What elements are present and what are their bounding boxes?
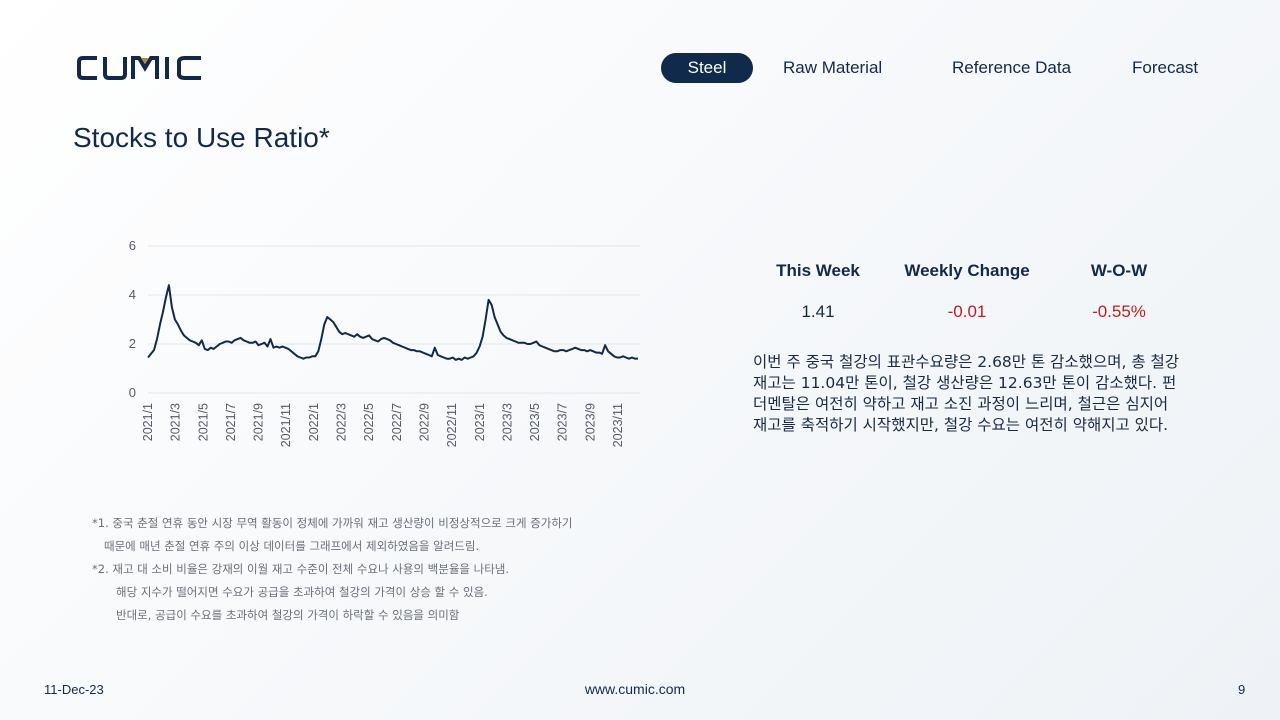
x-tick-label: 2023/11 bbox=[611, 403, 625, 447]
stat-value: 1.41 bbox=[801, 302, 835, 321]
stat-wow: W-O-W -0.55% bbox=[1049, 258, 1189, 324]
x-tick-label: 2022/3 bbox=[335, 403, 349, 441]
stat-header: W-O-W bbox=[1090, 261, 1148, 280]
x-tick-label: 2022/9 bbox=[417, 403, 431, 441]
stat-this-week: This Week 1.41 bbox=[748, 258, 888, 324]
footnote-line: *1. 중국 춘절 연휴 동안 시장 무역 활동이 정체에 가까워 재고 생산량… bbox=[92, 516, 573, 530]
y-tick-label: 2 bbox=[129, 336, 136, 351]
footer-website-link[interactable]: www.cumic.com bbox=[0, 681, 1270, 697]
nav-tab-reference-data[interactable]: Reference Data bbox=[952, 53, 1071, 83]
y-tick-label: 0 bbox=[129, 385, 136, 400]
stat-header: This Week bbox=[776, 261, 860, 280]
stat-value: -0.55% bbox=[1092, 302, 1146, 321]
footnote-line: 때문에 매년 춘절 연휴 주의 이상 데이터를 그래프에서 제외하였음을 알려드… bbox=[104, 539, 480, 553]
x-tick-label: 2023/9 bbox=[583, 403, 597, 441]
x-tick-label: 2023/3 bbox=[500, 403, 514, 441]
market-commentary: 이번 주 중국 철강의 표관수요량은 2.68만 톤 감소했으며, 총 철강 재… bbox=[753, 353, 1180, 434]
footnote-line: 반대로, 공급이 수요를 초과하여 철강의 가격이 하락할 수 있음을 의미함 bbox=[116, 608, 460, 622]
x-tick-label: 2022/7 bbox=[390, 403, 404, 441]
x-tick-label: 2022/1 bbox=[307, 403, 321, 441]
footnote-line: 해당 지수가 떨어지면 수요가 공급을 초과하여 철강의 가격이 상승 할 수 … bbox=[116, 585, 488, 599]
nav-tab-steel[interactable]: Steel bbox=[661, 53, 753, 83]
top-nav: Steel Raw Material Reference Data Foreca… bbox=[661, 53, 1221, 83]
x-tick-label: 2022/11 bbox=[445, 403, 459, 447]
footnotes: *1. 중국 춘절 연휴 동안 시장 무역 활동이 정체에 가까워 재고 생산량… bbox=[92, 512, 692, 627]
x-tick-label: 2023/1 bbox=[473, 403, 487, 441]
stat-value: -0.01 bbox=[947, 302, 987, 321]
nav-tab-forecast[interactable]: Forecast bbox=[1132, 53, 1198, 83]
x-tick-label: 2021/9 bbox=[252, 403, 266, 441]
x-tick-label: 2021/3 bbox=[169, 403, 183, 441]
y-tick-label: 6 bbox=[129, 238, 136, 253]
footnote-line: *2. 재고 대 소비 비율은 강재의 이월 재고 수준이 전체 수요나 사용의… bbox=[92, 562, 510, 576]
stat-header: Weekly Change bbox=[904, 261, 1030, 280]
x-tick-label: 2023/7 bbox=[556, 403, 570, 441]
x-tick-label: 2021/11 bbox=[279, 403, 293, 447]
x-tick-label: 2023/5 bbox=[528, 403, 542, 441]
series-line bbox=[147, 284, 639, 361]
stat-weekly-change: Weekly Change -0.01 bbox=[897, 258, 1037, 324]
cumic-logo bbox=[77, 56, 201, 80]
stocks-to-use-line-chart: 0 2 4 6 2021/1 2021/3 2021/5 2021/7 2021/9 2021/1… bbox=[129, 238, 640, 447]
x-tick-label: 2021/7 bbox=[224, 403, 238, 441]
page-number: 9 bbox=[1238, 682, 1246, 697]
x-tick-label: 2021/1 bbox=[141, 403, 155, 441]
y-tick-label: 4 bbox=[129, 287, 136, 302]
nav-tab-raw-material[interactable]: Raw Material bbox=[783, 53, 882, 83]
page-title: Stocks to Use Ratio* bbox=[73, 122, 330, 153]
x-tick-label: 2022/5 bbox=[362, 403, 376, 441]
x-tick-label: 2021/5 bbox=[196, 403, 210, 441]
